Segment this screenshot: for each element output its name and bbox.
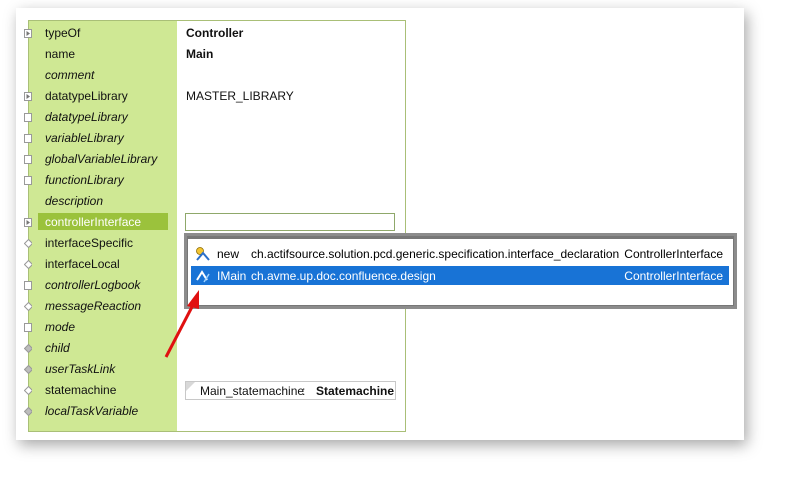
- annotation-arrow-icon: [164, 290, 199, 358]
